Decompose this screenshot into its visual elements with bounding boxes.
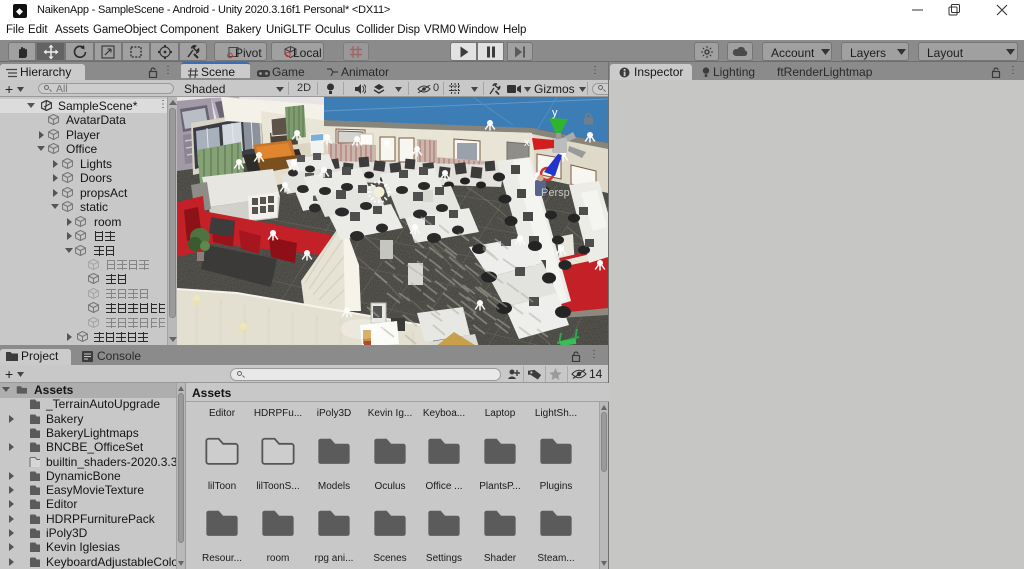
svg-text:x: x bbox=[524, 137, 530, 149]
svg-text:y: y bbox=[552, 107, 558, 119]
svg-text:Persp: Persp bbox=[541, 187, 570, 199]
